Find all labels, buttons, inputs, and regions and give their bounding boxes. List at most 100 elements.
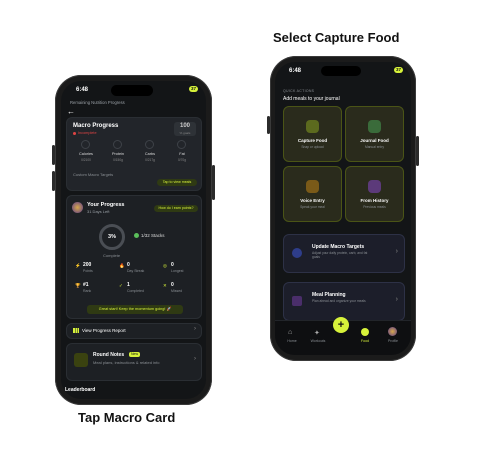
progress-report-row[interactable]: View Progress Report › — [66, 323, 202, 339]
round-notes-sub: Meal plans, instructions & related info — [93, 360, 160, 365]
macro-ring-protein — [113, 140, 122, 149]
stat-value: #1 — [83, 282, 89, 288]
caption-right: Select Capture Food — [273, 30, 400, 45]
macro-card[interactable]: Macro Progress Incomplete 100 % goals Ca… — [66, 117, 202, 191]
right-screen: 6:48 37 QUICK ACTIONS Add meals to your … — [275, 62, 411, 355]
battery-badge: 37 — [393, 67, 403, 73]
home-icon[interactable]: ⌂ — [288, 329, 292, 336]
calendar-icon — [292, 296, 302, 306]
progress-percent: 3% — [108, 234, 116, 240]
macro-title: Macro Progress — [73, 123, 119, 129]
side-button — [416, 136, 419, 166]
avatar — [72, 202, 83, 213]
stat-label: Longest — [171, 269, 184, 273]
momentum-text: Great start! Keep the momentum going! 🚀 — [98, 307, 172, 311]
status-dot-icon — [73, 132, 76, 135]
check-icon — [134, 233, 139, 238]
action-from-history[interactable]: From History Previous meals — [345, 166, 404, 222]
action-journal-food[interactable]: Journal Food Manual entry — [345, 106, 404, 162]
stacks-label: 1/32 Stacks — [141, 233, 165, 238]
macro-ring-fat — [177, 140, 186, 149]
total-value: 100 — [179, 123, 190, 129]
macro-status: Incomplete — [78, 131, 97, 135]
macro-label: Fat — [179, 152, 185, 156]
food-icon[interactable] — [361, 328, 369, 336]
action-voice-entry[interactable]: Voice Entry Speak your meal — [283, 166, 342, 222]
status-time: 6:48 — [289, 68, 302, 74]
nav-profile-label: Profile — [388, 339, 398, 343]
chevron-right-icon: › — [194, 356, 196, 362]
side-button — [52, 171, 55, 191]
macro-targets-title: Update Macro Targets — [312, 244, 365, 250]
macro-value: 0/217g — [145, 158, 155, 162]
update-macro-targets-card[interactable]: Update Macro Targets Adjust your daily p… — [283, 234, 405, 273]
momentum-banner: Great start! Keep the momentum going! 🚀 — [87, 305, 183, 314]
action-subtitle: Speak your meal — [300, 205, 325, 209]
days-left: 31 Days Left — [87, 209, 110, 214]
action-capture-food[interactable]: Capture Food Snap or upload — [283, 106, 342, 162]
battery-badge: 37 — [188, 86, 198, 92]
target-icon — [292, 248, 302, 258]
notes-icon — [74, 353, 88, 367]
progress-ring: 3% — [99, 224, 125, 250]
stat-label: Rank — [83, 289, 92, 293]
microphone-icon — [306, 180, 319, 193]
tap-view-meals-pill[interactable]: Tap to view meals — [157, 179, 197, 186]
macro-label: Carbs — [144, 152, 156, 156]
right-phone: 6:48 37 QUICK ACTIONS Add meals to your … — [267, 56, 419, 361]
meal-planning-sub: Plan ahead and organize your meals — [312, 299, 366, 303]
meal-planning-card[interactable]: Meal Planning Plan ahead and organize yo… — [283, 282, 405, 321]
leaderboard-label[interactable]: Leaderboard — [65, 387, 95, 393]
macro-label: Calories — [79, 152, 93, 156]
side-button — [212, 165, 215, 200]
stat-icon: 🔥 — [119, 263, 125, 268]
stat-icon: 🏆 — [75, 283, 81, 288]
add-button[interactable]: + — [333, 317, 349, 333]
stat-label: Completed — [127, 289, 144, 293]
chevron-right-icon: › — [395, 248, 398, 255]
macro-ring-carbs — [145, 140, 154, 149]
custom-targets: Custom Macro Targets — [73, 172, 114, 177]
action-title: Journal Food — [360, 138, 389, 143]
action-subtitle: Snap or upload — [301, 145, 324, 149]
stat-icon: ✕ — [163, 283, 167, 288]
report-label: View Progress Report — [82, 328, 126, 333]
stat-icon: ✓ — [119, 283, 123, 288]
stat-icon: ⚡ — [75, 263, 81, 268]
camera-icon — [306, 120, 319, 133]
side-button — [267, 116, 270, 134]
chevron-right-icon: › — [194, 326, 196, 332]
round-notes-title: Round Notes — [93, 352, 125, 358]
new-badge: New — [129, 352, 141, 357]
stat-label: Points — [83, 269, 93, 273]
earn-points-pill[interactable]: How do I earn points? — [154, 205, 198, 212]
round-notes-card[interactable]: Round Notes New Meal plans, instructions… — [66, 343, 202, 381]
section-label: QUICK ACTIONS — [283, 89, 315, 93]
status-time: 6:48 — [76, 87, 89, 93]
macro-value: 0/150g — [113, 158, 123, 162]
meal-planning-title: Meal Planning — [312, 292, 346, 298]
profile-avatar[interactable] — [388, 327, 397, 336]
stat-label: Missed — [171, 289, 183, 293]
nav-home-label: Home — [287, 339, 297, 343]
journal-icon — [368, 120, 381, 133]
nav-workouts-label: Workouts — [310, 339, 326, 343]
macro-ring-calories — [81, 140, 90, 149]
left-screen: 6:48 37 Remaining Nutrition Progress ← M… — [61, 81, 206, 399]
nav-food-label: Food — [361, 339, 369, 343]
side-button — [52, 145, 55, 165]
action-subtitle: Manual entry — [364, 145, 385, 149]
stat-icon: ◎ — [163, 263, 167, 268]
stat-value: 1 — [127, 282, 130, 288]
total-label: % goals — [179, 131, 191, 135]
section-subtitle: Add meals to your journal — [283, 96, 340, 102]
left-phone: 6:48 37 Remaining Nutrition Progress ← M… — [52, 75, 215, 405]
status-bar: 6:48 37 — [275, 62, 411, 78]
caption-left: Tap Macro Card — [78, 410, 176, 425]
back-arrow-icon[interactable]: ← — [67, 107, 75, 116]
bottom-nav: ⌂ Home ✦ Workouts + Food Profile — [275, 317, 411, 355]
workouts-icon[interactable]: ✦ — [314, 329, 320, 337]
action-title: Capture Food — [297, 138, 328, 143]
header-title: Remaining Nutrition Progress — [70, 100, 125, 105]
progress-card: Your Progress 31 Days Left How do I earn… — [66, 195, 202, 319]
